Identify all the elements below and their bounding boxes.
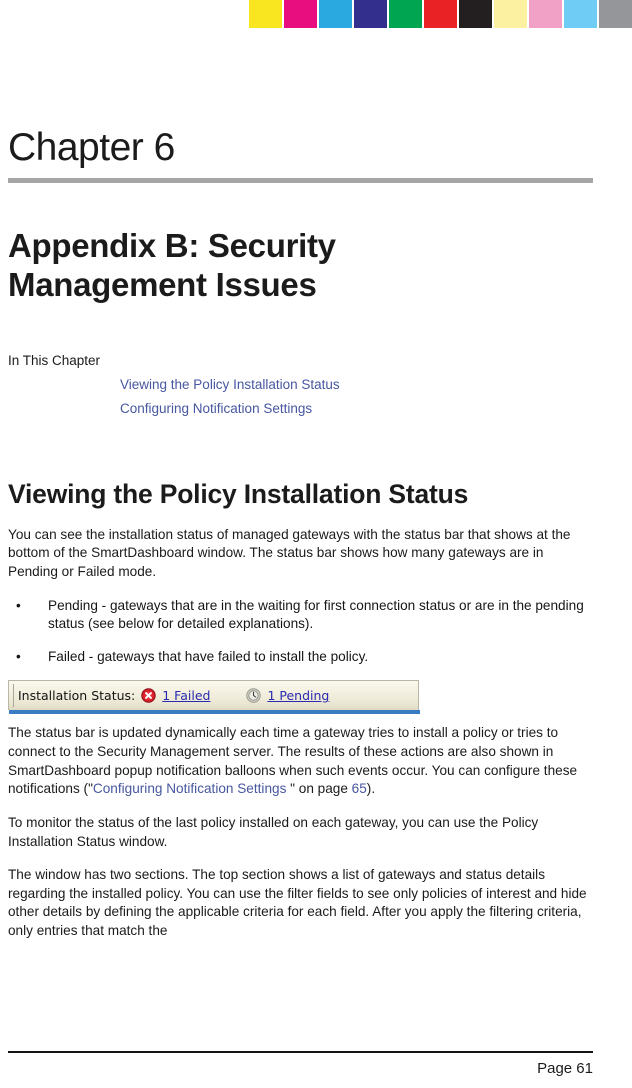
section-paragraph-3: To monitor the status of the last policy… (8, 814, 539, 849)
toc-link-configuring-notification-settings[interactable]: Configuring Notification Settings (120, 397, 312, 422)
failed-count-link[interactable]: 1 Failed (162, 688, 210, 703)
chapter-divider (8, 177, 593, 183)
bullet-icon: • (16, 597, 21, 613)
bullet-text-pending: Pending - gateways that are in the waiti… (48, 597, 584, 632)
bullet-text-failed: Failed - gateways that have failed to in… (48, 648, 369, 664)
color-swatch-gray (599, 0, 632, 28)
bullet-icon: • (16, 648, 21, 664)
section-paragraph-2: The status bar is updated dynamically ea… (8, 724, 593, 798)
page-title: Appendix B: Security Management Issues (8, 226, 336, 303)
clock-icon (246, 688, 262, 704)
chapter-label: Chapter 6 (8, 126, 175, 169)
paragraph-2-part-3: ). (366, 781, 376, 797)
color-swatch-magenta (284, 0, 317, 28)
list-item: Viewing the Policy Installation Status (120, 373, 593, 398)
statusbar-bottom-accent (9, 710, 420, 715)
toc-link-viewing-policy-installation-status[interactable]: Viewing the Policy Installation Status (120, 373, 340, 398)
in-this-chapter-list: Viewing the Policy Installation Status C… (8, 373, 593, 422)
footer-divider (8, 1051, 593, 1053)
status-mode-bullet-list: • Pending - gateways that are in the wai… (8, 597, 593, 667)
page-number: Page 61 (537, 1060, 593, 1077)
section-paragraph-4: The window has two sections. The top sec… (8, 867, 587, 938)
color-swatch-red (424, 0, 457, 28)
document-page: Chapter 6 Appendix B: Security Managemen… (0, 0, 632, 1088)
inline-link-page-reference[interactable]: 65 (352, 781, 367, 796)
color-swatch-green (389, 0, 422, 28)
failed-status-item[interactable]: 1 Failed (141, 688, 210, 703)
installation-status-bar-figure: Installation Status: 1 Failed 1 Pending (8, 680, 420, 715)
pending-status-item[interactable]: 1 Pending (246, 688, 329, 703)
color-swatch-dark-blue (354, 0, 387, 28)
printer-calibration-bar (0, 0, 632, 28)
list-item: Configuring Notification Settings (120, 397, 593, 422)
color-swatch-pink (529, 0, 562, 28)
section-paragraph-1: You can see the installation status of m… (8, 526, 571, 580)
error-circle-icon (141, 688, 156, 704)
installation-status-label: Installation Status: (18, 688, 136, 704)
pending-count-link[interactable]: 1 Pending (267, 688, 329, 703)
paragraph-2-part-2: " on page (286, 781, 352, 797)
list-item: • Pending - gateways that are in the wai… (8, 597, 593, 634)
page-content: Chapter 6 Appendix B: Security Managemen… (8, 126, 593, 956)
color-swatch-light-yellow (494, 0, 527, 28)
list-item: • Failed - gateways that have failed to … (8, 648, 593, 667)
in-this-chapter-label: In This Chapter (8, 352, 101, 368)
color-swatch-light-blue (564, 0, 597, 28)
page-footer: Page 61 (8, 1051, 593, 1078)
color-swatch-cyan (319, 0, 352, 28)
inline-link-configuring-notification-settings[interactable]: Configuring Notification Settings (93, 781, 286, 796)
color-swatch-black (459, 0, 492, 28)
section-heading: Viewing the Policy Installation Status (8, 478, 469, 509)
color-swatch-yellow (249, 0, 282, 28)
